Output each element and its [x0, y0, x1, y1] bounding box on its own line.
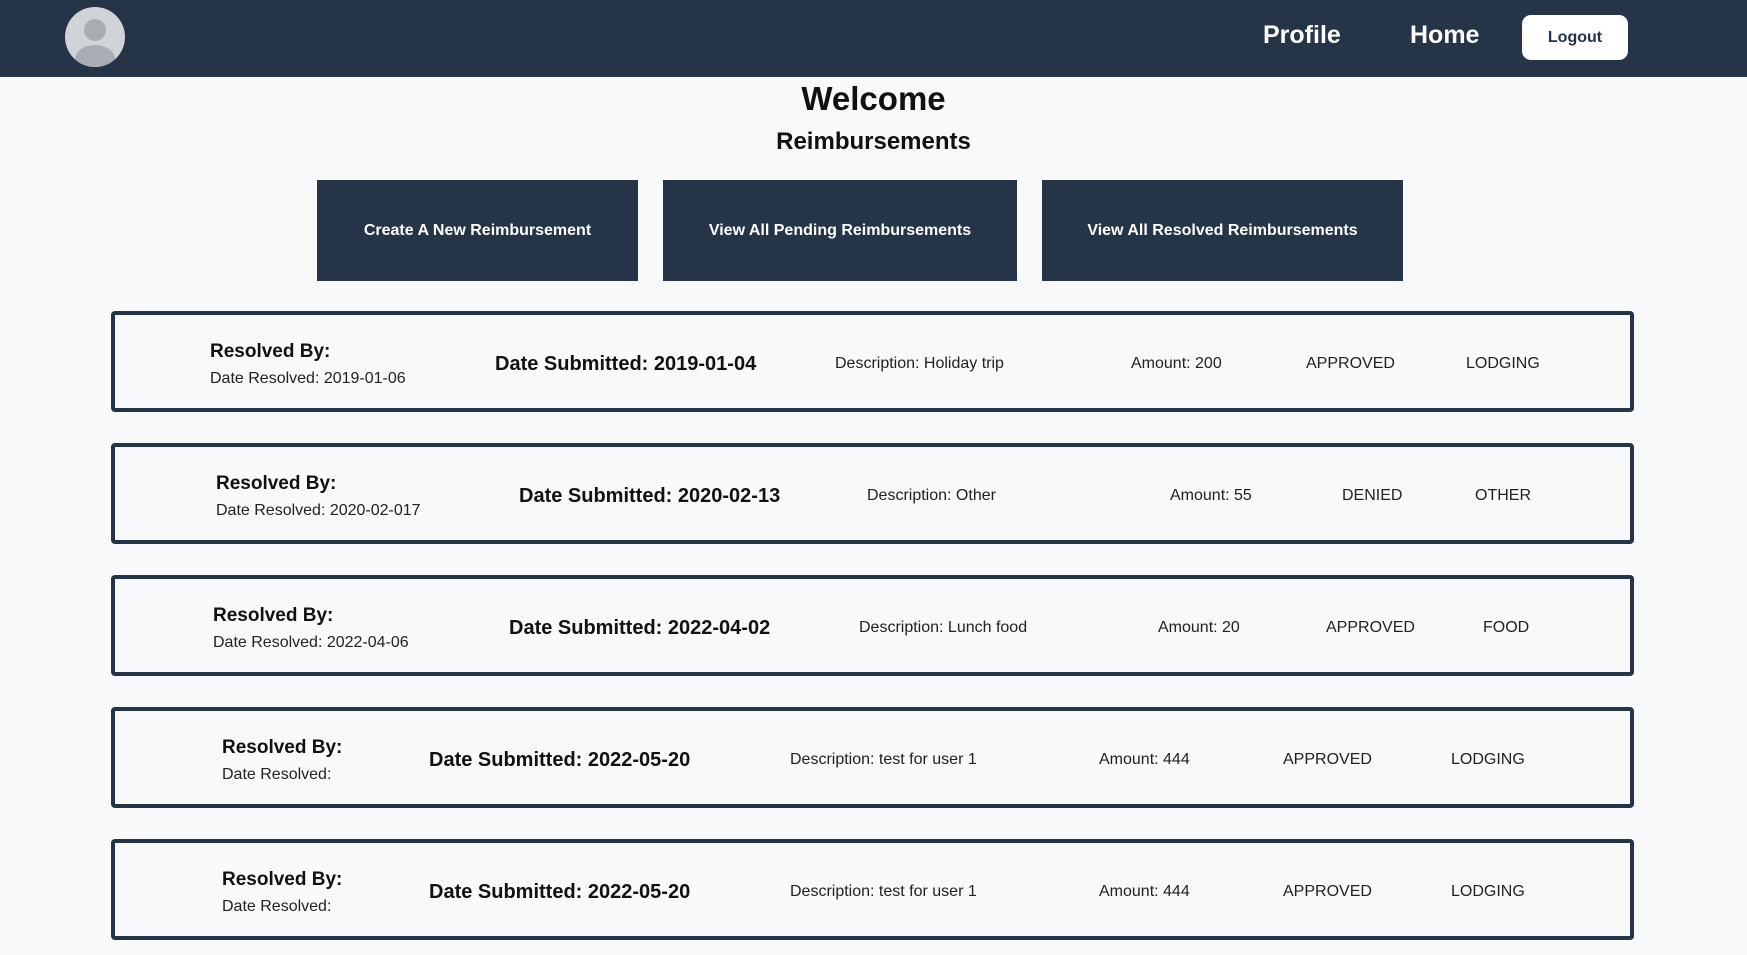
page-subtitle: Reimbursements: [776, 128, 971, 155]
page-title: Welcome: [801, 80, 946, 117]
create-reimbursement-button[interactable]: Create A New Reimbursement: [317, 180, 638, 281]
description: Description: Holiday trip: [835, 355, 1004, 372]
date-submitted: Date Submitted: 2022-04-02: [509, 617, 771, 639]
date-resolved: Date Resolved: 2022-04-06: [213, 634, 409, 651]
reimbursement-card: Resolved By: Date Resolved: 2020-02-017 …: [111, 443, 1634, 544]
resolved-by-label: Resolved By:: [222, 737, 343, 758]
reimbursement-type: OTHER: [1475, 487, 1531, 504]
status-badge: APPROVED: [1326, 619, 1415, 636]
top-navbar: Profile Home Logout: [0, 0, 1747, 77]
resolved-by-label: Resolved By:: [213, 605, 334, 626]
nav-profile-link[interactable]: Profile: [1263, 21, 1341, 50]
date-resolved: Date Resolved:: [222, 766, 332, 783]
avatar[interactable]: [65, 7, 125, 67]
resolved-by-label: Resolved By:: [210, 341, 331, 362]
date-submitted: Date Submitted: 2019-01-04: [495, 353, 757, 375]
reimbursement-type: FOOD: [1483, 619, 1530, 636]
view-pending-button[interactable]: View All Pending Reimbursements: [663, 180, 1017, 281]
resolved-by-label: Resolved By:: [222, 869, 343, 890]
description: Description: Lunch food: [859, 619, 1028, 636]
amount: Amount: 444: [1099, 883, 1190, 900]
amount: Amount: 20: [1158, 619, 1240, 636]
date-resolved: Date Resolved: 2019-01-06: [210, 370, 406, 387]
amount: Amount: 444: [1099, 751, 1190, 768]
logout-button[interactable]: Logout: [1522, 15, 1628, 60]
status-badge: APPROVED: [1283, 883, 1372, 900]
reimbursement-card: Resolved By: Date Resolved: Date Submitt…: [111, 839, 1634, 940]
status-badge: APPROVED: [1283, 751, 1372, 768]
date-submitted: Date Submitted: 2022-05-20: [429, 749, 691, 771]
date-submitted: Date Submitted: 2020-02-13: [519, 485, 781, 507]
amount: Amount: 55: [1170, 487, 1252, 504]
description: Description: Other: [867, 487, 996, 504]
reimbursement-type: LODGING: [1451, 883, 1525, 900]
reimbursement-type: LODGING: [1451, 751, 1525, 768]
resolved-by-label: Resolved By:: [216, 473, 337, 494]
status-badge: DENIED: [1342, 487, 1403, 504]
reimbursement-card: Resolved By: Date Resolved: Date Submitt…: [111, 707, 1634, 808]
description: Description: test for user 1: [790, 883, 977, 900]
date-resolved: Date Resolved: 2020-02-017: [216, 502, 421, 519]
nav-home-link[interactable]: Home: [1410, 21, 1479, 50]
view-resolved-button[interactable]: View All Resolved Reimbursements: [1042, 180, 1403, 281]
description: Description: test for user 1: [790, 751, 977, 768]
reimbursement-type: LODGING: [1466, 355, 1540, 372]
reimbursement-card: Resolved By: Date Resolved: 2022-04-06 D…: [111, 575, 1634, 676]
status-badge: APPROVED: [1306, 355, 1395, 372]
user-icon: [75, 19, 115, 67]
date-submitted: Date Submitted: 2022-05-20: [429, 881, 691, 903]
reimbursement-card: Resolved By: Date Resolved: 2019-01-06 D…: [111, 311, 1634, 412]
date-resolved: Date Resolved:: [222, 898, 332, 915]
amount: Amount: 200: [1131, 355, 1222, 372]
